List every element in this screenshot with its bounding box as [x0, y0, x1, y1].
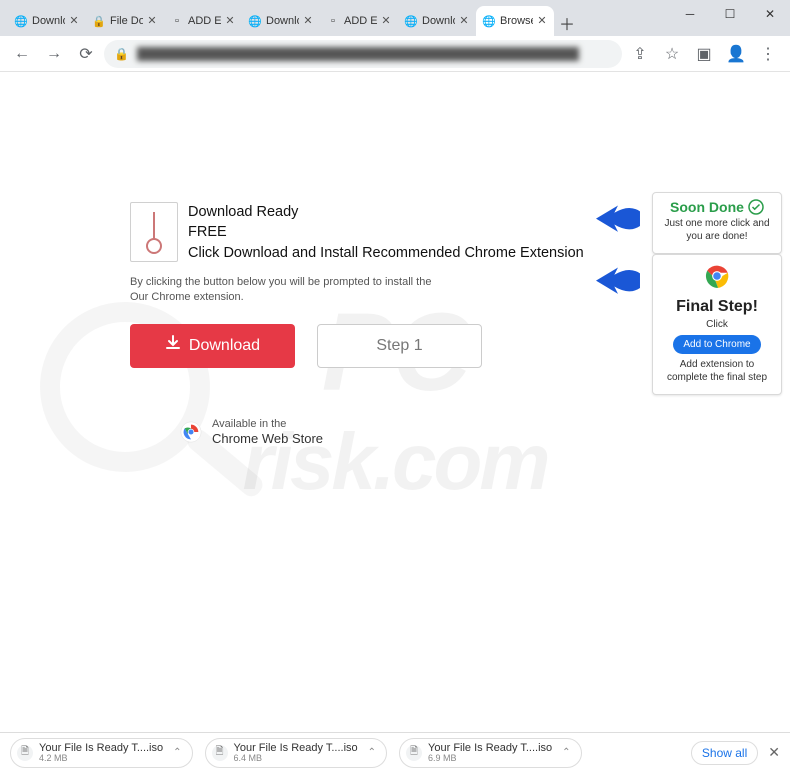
card-click-text: Click	[659, 318, 775, 331]
url-text: ████████████████████████████████████████…	[137, 47, 612, 61]
blank-icon: ▫	[170, 14, 184, 28]
download-filename: Your File Is Ready T....iso	[39, 742, 163, 754]
download-item[interactable]: 🗎 Your File Is Ready T....iso 6.4 MB ⌃	[205, 738, 388, 768]
reload-button[interactable]: ⟳	[72, 40, 100, 68]
heading-line: Click Download and Install Recommended C…	[188, 243, 584, 263]
download-button[interactable]: Download	[130, 324, 295, 368]
lock-icon: 🔒	[92, 14, 106, 28]
show-all-button[interactable]: Show all	[691, 741, 758, 765]
download-size: 6.4 MB	[234, 754, 358, 764]
tab-title: Browse	[500, 15, 533, 27]
share-icon[interactable]: ⇪	[626, 40, 654, 68]
globe-icon: 🌐	[482, 14, 496, 28]
close-icon[interactable]: ✕	[68, 15, 80, 27]
final-step-card: Final Step! Click Add to Chrome Add exte…	[652, 254, 782, 395]
download-filename: Your File Is Ready T....iso	[234, 742, 358, 754]
file-icon	[130, 202, 178, 262]
close-icon[interactable]: ✕	[146, 15, 158, 27]
download-size: 6.9 MB	[428, 754, 552, 764]
back-button[interactable]: ←	[8, 40, 36, 68]
disclaimer-text: By clicking the button below you will be…	[130, 275, 630, 306]
file-icon: 🗎	[406, 745, 422, 761]
tab-7-active[interactable]: 🌐 Browse ✕	[476, 6, 554, 36]
tab-title: ADD EX	[188, 15, 221, 27]
tab-4[interactable]: 🌐 Downlo ✕	[242, 6, 320, 36]
globe-icon: 🌐	[404, 14, 418, 28]
lock-icon: 🔒	[114, 47, 129, 61]
tab-6[interactable]: 🌐 Downlo ✕	[398, 6, 476, 36]
tab-5[interactable]: ▫ ADD EX ✕	[320, 6, 398, 36]
tab-title: Downlo	[32, 15, 65, 27]
chrome-web-store-badge: Available in the Chrome Web Store	[130, 418, 630, 447]
card-title: Soon Done	[659, 199, 775, 215]
close-icon[interactable]: ✕	[302, 15, 314, 27]
new-tab-button[interactable]: ＋	[554, 10, 580, 36]
extensions-icon[interactable]: ▣	[690, 40, 718, 68]
window-minimize-button[interactable]: ─	[670, 0, 710, 28]
arrow-icon	[596, 266, 640, 296]
heading-block: Download Ready FREE Click Download and I…	[188, 202, 584, 263]
forward-button[interactable]: →	[40, 40, 68, 68]
tab-title: Downlo	[422, 15, 455, 27]
card-subtitle: Add extension to complete the final step	[659, 358, 775, 384]
step-button[interactable]: Step 1	[317, 324, 482, 368]
close-icon[interactable]: ✕	[768, 744, 780, 761]
window-close-button[interactable]: ✕	[750, 0, 790, 28]
globe-icon: 🌐	[14, 14, 28, 28]
download-filename: Your File Is Ready T....iso	[428, 742, 552, 754]
close-icon[interactable]: ✕	[458, 15, 470, 27]
blank-icon: ▫	[326, 14, 340, 28]
close-icon[interactable]: ✕	[224, 15, 236, 27]
chrome-icon	[704, 263, 730, 289]
add-to-chrome-button[interactable]: Add to Chrome	[673, 335, 760, 354]
profile-icon[interactable]: 👤	[722, 40, 750, 68]
card-subtitle: Just one more click and you are done!	[659, 217, 775, 243]
tab-title: Downlo	[266, 15, 299, 27]
tab-title: File Dow	[110, 15, 143, 27]
tab-3[interactable]: ▫ ADD EX ✕	[164, 6, 242, 36]
tab-2[interactable]: 🔒 File Dow ✕	[86, 6, 164, 36]
tab-strip: 🌐 Downlo ✕ 🔒 File Dow ✕ ▫ ADD EX ✕ 🌐 Dow…	[0, 6, 670, 36]
browser-toolbar: ← → ⟳ 🔒 ████████████████████████████████…	[0, 36, 790, 72]
chevron-up-icon[interactable]: ⌃	[368, 747, 376, 758]
file-icon: 🗎	[17, 745, 33, 761]
file-icon: 🗎	[212, 745, 228, 761]
heading-line: FREE	[188, 222, 584, 242]
window-maximize-button[interactable]: ☐	[710, 0, 750, 28]
downloads-bar: 🗎 Your File Is Ready T....iso 4.2 MB ⌃ 🗎…	[0, 732, 790, 772]
download-item[interactable]: 🗎 Your File Is Ready T....iso 6.9 MB ⌃	[399, 738, 582, 768]
tab-1[interactable]: 🌐 Downlo ✕	[8, 6, 86, 36]
check-circle-icon	[748, 199, 764, 215]
menu-icon[interactable]: ⋮	[754, 40, 782, 68]
close-icon[interactable]: ✕	[380, 15, 392, 27]
heading-line: Download Ready	[188, 202, 584, 222]
card-title: Final Step!	[659, 298, 775, 316]
chevron-up-icon[interactable]: ⌃	[562, 747, 570, 758]
arrow-icon	[596, 204, 640, 234]
close-icon[interactable]: ✕	[536, 15, 548, 27]
soon-done-card: Soon Done Just one more click and you ar…	[652, 192, 782, 254]
chevron-up-icon[interactable]: ⌃	[173, 747, 181, 758]
globe-icon: 🌐	[248, 14, 262, 28]
step-label: Step 1	[376, 337, 422, 355]
download-item[interactable]: 🗎 Your File Is Ready T....iso 4.2 MB ⌃	[10, 738, 193, 768]
tab-title: ADD EX	[344, 15, 377, 27]
download-size: 4.2 MB	[39, 754, 163, 764]
download-label: Download	[189, 337, 260, 355]
address-bar[interactable]: 🔒 ██████████████████████████████████████…	[104, 40, 622, 68]
bookmark-icon[interactable]: ☆	[658, 40, 686, 68]
chrome-icon	[180, 421, 202, 443]
download-icon	[165, 335, 181, 356]
